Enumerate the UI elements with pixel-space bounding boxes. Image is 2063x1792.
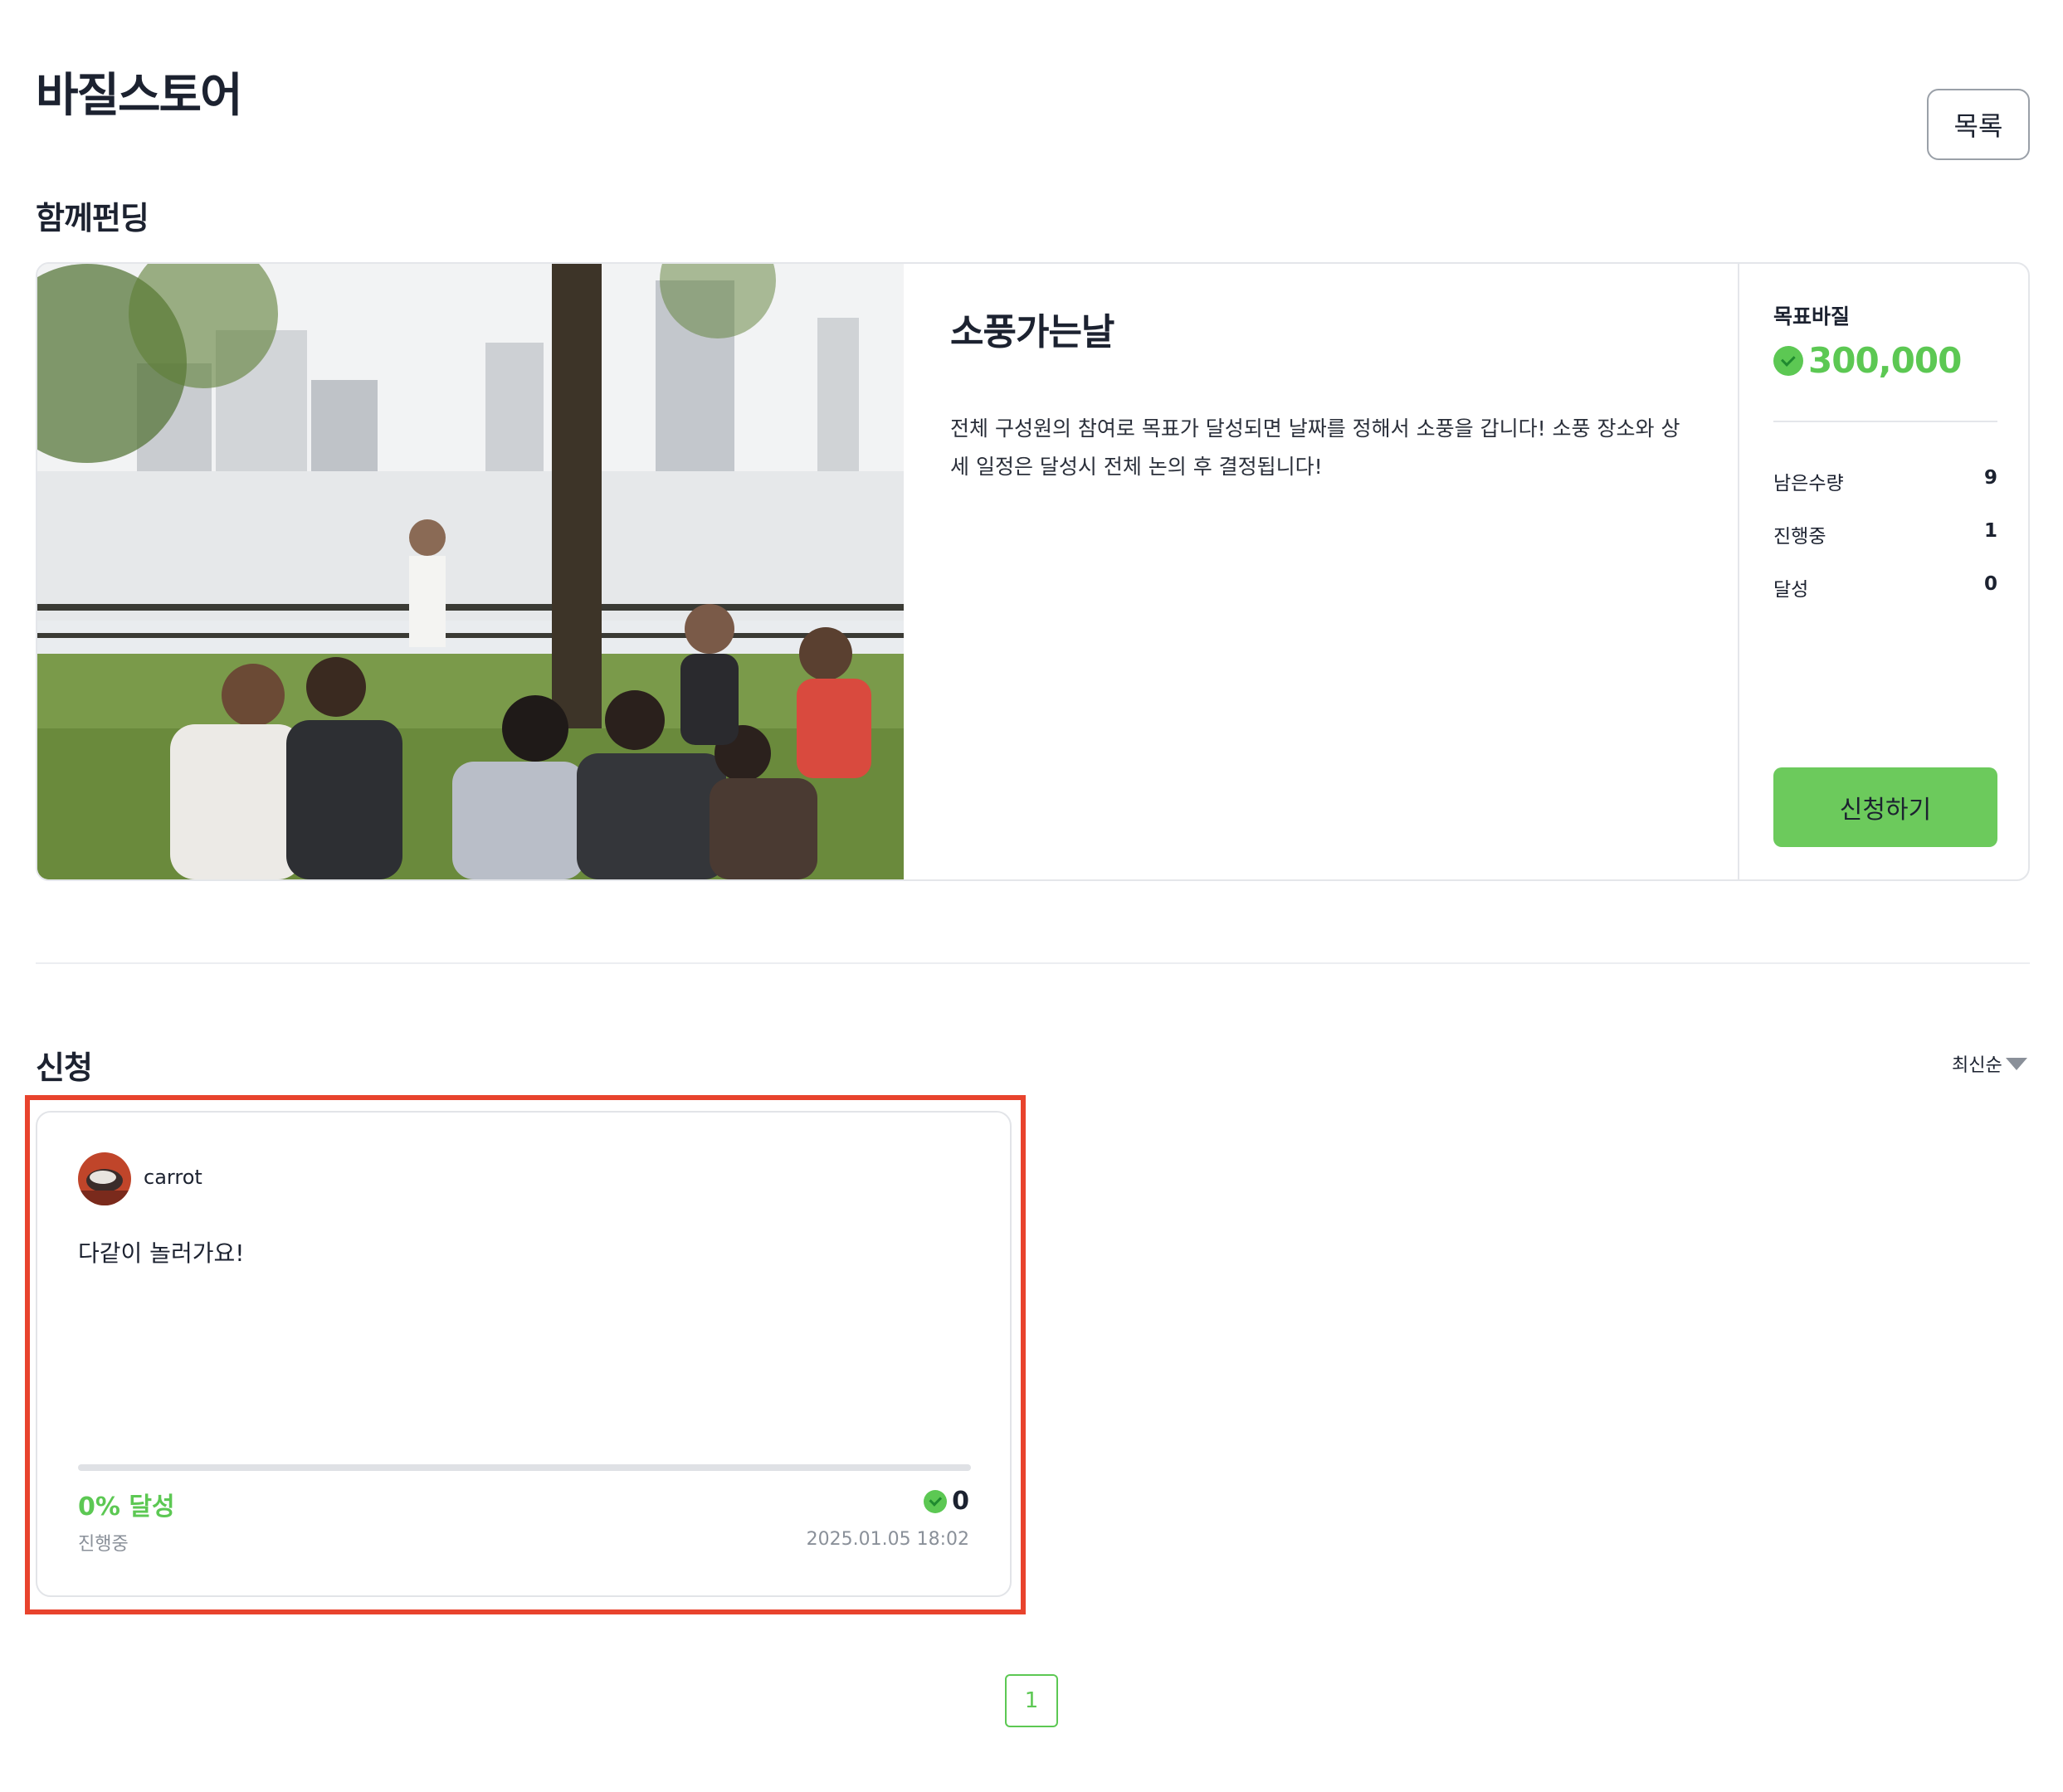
application-date: 2025.01.05 18:02: [806, 1529, 969, 1550]
goal-value: 300,000: [1808, 340, 1962, 381]
sort-dropdown[interactable]: 최신순: [1952, 1050, 2027, 1077]
applicant-name: carrot: [144, 1166, 202, 1189]
funding-info: 소풍가는날 전체 구성원의 참여로 목표가 달성되면 날짜를 정해서 소풍을 갑…: [904, 264, 1775, 879]
application-comment: 다같이 놀러가요!: [78, 1239, 245, 1267]
basil-coin-icon: [924, 1489, 948, 1513]
avatar: [78, 1152, 131, 1205]
sort-label: 최신순: [1952, 1055, 2002, 1076]
stat-label: 남은수량: [1773, 473, 1844, 494]
list-button[interactable]: 목록: [1927, 89, 2030, 160]
stat-label: 달성: [1773, 579, 1809, 601]
basil-coin-icon: [1773, 345, 1803, 376]
caret-down-icon: [2005, 1057, 2027, 1070]
amount-value: 0: [952, 1487, 969, 1516]
stat-value: 9: [1983, 467, 1997, 489]
applications-section-title: 신청: [36, 1049, 93, 1086]
stat-in-progress: 진행중 1: [1773, 520, 1997, 548]
stat-value: 1: [1983, 520, 1997, 542]
divider: [1773, 421, 1997, 422]
funding-image: [37, 264, 904, 879]
funding-description: 전체 구성원의 참여로 목표가 달성되면 날짜를 정해서 소풍을 갑니다! 소풍…: [950, 416, 1680, 479]
status-badge: 진행중: [78, 1534, 129, 1555]
stat-value: 0: [1983, 573, 1997, 595]
goal-amount: 300,000: [1773, 340, 1962, 381]
funding-card: 소풍가는날 전체 구성원의 참여로 목표가 달성되면 날짜를 정해서 소풍을 갑…: [36, 262, 2030, 881]
funding-section-title: 함께펀딩: [36, 200, 149, 236]
page-title: 바질스토어: [36, 69, 243, 123]
progress-bar: [78, 1464, 971, 1471]
progress-text: 0% 달성: [78, 1493, 175, 1522]
application-card[interactable]: carrot 다같이 놀러가요! 0% 달성 0 진행중 2025.01.05 …: [36, 1111, 1012, 1597]
stat-remaining: 남은수량 9: [1773, 467, 1997, 495]
stat-achieved: 달성 0: [1773, 573, 1997, 601]
goal-label: 목표바질: [1773, 304, 1851, 329]
funding-name: 소풍가는날: [950, 311, 1114, 353]
stat-label: 진행중: [1773, 526, 1826, 548]
section-divider: [36, 962, 2030, 964]
funding-summary: 목표바질 300,000 남은수량 9 진행중 1 달성 0 신청하기: [1738, 264, 2028, 879]
apply-button[interactable]: 신청하기: [1773, 767, 1997, 847]
page-button-1[interactable]: 1: [1005, 1674, 1058, 1727]
collected-amount: 0: [924, 1487, 969, 1516]
